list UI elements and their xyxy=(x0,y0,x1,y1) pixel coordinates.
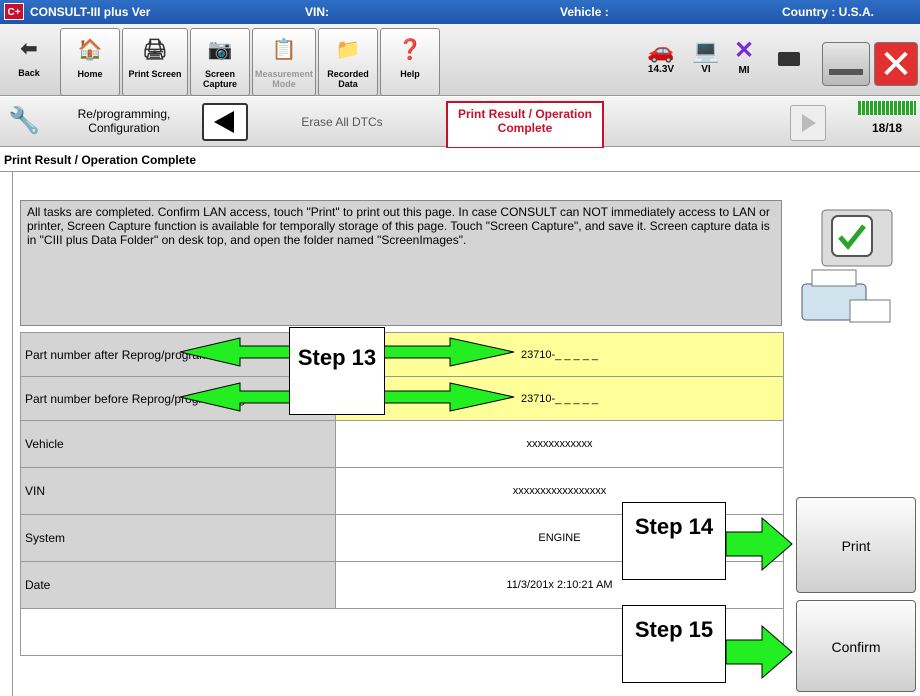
arrow-left-before xyxy=(179,382,291,412)
step-15-label: Step 15 xyxy=(622,605,726,683)
step-13-label: Step 13 xyxy=(289,327,385,415)
arrow-left-after xyxy=(179,337,291,367)
arrow-right-after xyxy=(383,337,515,367)
arrow-right-before xyxy=(383,382,515,412)
arrow-step-15 xyxy=(725,624,793,680)
print-button[interactable]: Print xyxy=(796,497,916,593)
confirm-button[interactable]: Confirm xyxy=(796,600,916,692)
annotation-arrows xyxy=(179,337,793,680)
arrow-step-14 xyxy=(725,516,793,572)
step-14-label: Step 14 xyxy=(622,502,726,580)
